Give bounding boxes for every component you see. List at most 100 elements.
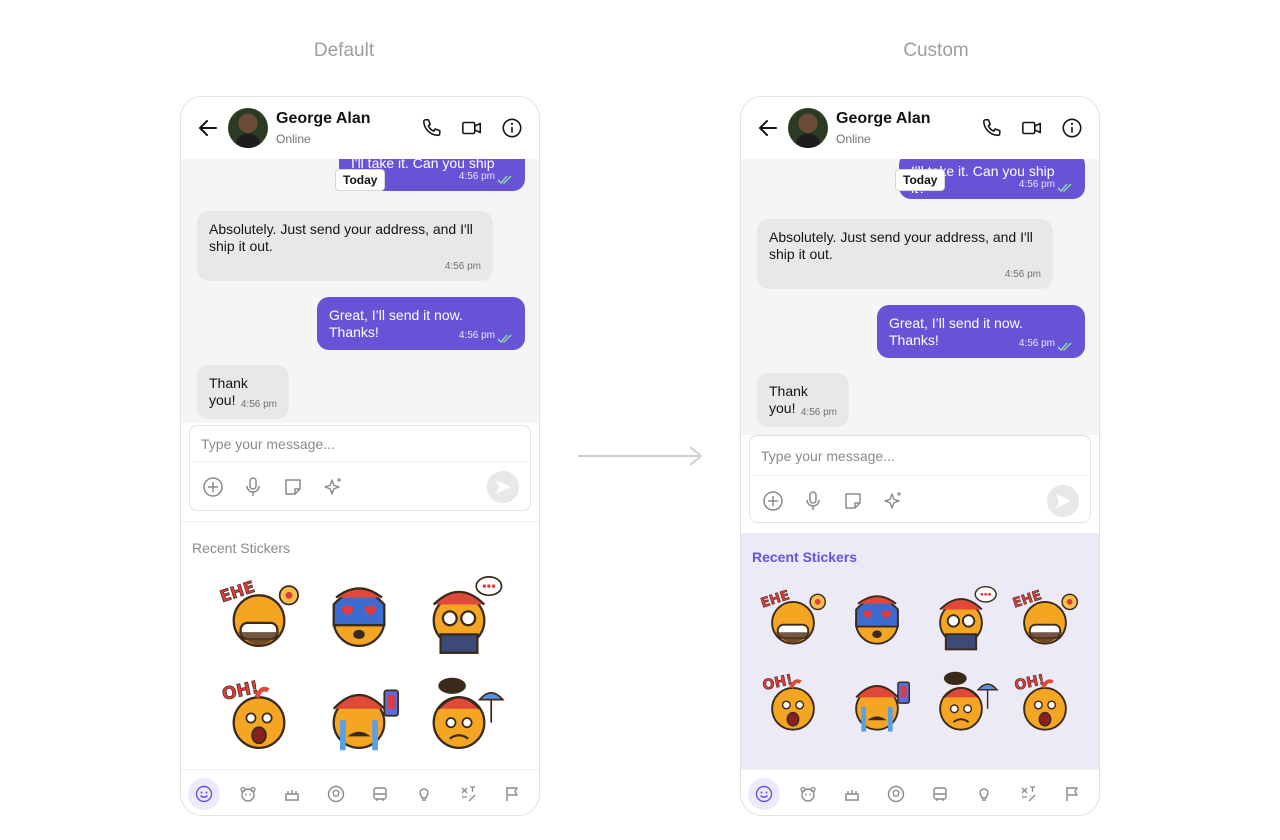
video-camera-icon[interactable]	[461, 117, 483, 139]
message-text: Absolutely. Just send your address, and …	[769, 229, 1033, 262]
travel-icon	[373, 787, 387, 801]
ehe-sticker[interactable]: EHE	[1007, 581, 1083, 662]
sticker-icon[interactable]	[842, 490, 864, 512]
send-icon	[1047, 485, 1079, 517]
sticker-keyboard: Recent Stickers EHE EHE OH! OH!	[741, 533, 1099, 815]
phone-icon[interactable]	[421, 117, 443, 139]
tab-bulb[interactable]	[408, 778, 440, 810]
tab-animal[interactable]	[232, 778, 264, 810]
tab-smiley[interactable]	[748, 778, 780, 810]
crying-phone-sticker[interactable]	[313, 672, 405, 769]
contact-status: Online	[276, 132, 311, 146]
travel-icon	[933, 787, 947, 801]
symbols-icon	[1021, 786, 1036, 802]
avatar[interactable]	[228, 108, 268, 148]
message-bubble-incoming[interactable]: Absolutely. Just send your address, and …	[197, 211, 493, 281]
tab-food[interactable]	[836, 778, 868, 810]
message-time: 4:56 pm	[800, 407, 837, 418]
message-time: 4:56 pm	[1004, 269, 1041, 280]
bulb-icon	[419, 788, 429, 801]
read-receipt-icon	[497, 175, 512, 184]
contact-status: Online	[836, 132, 871, 146]
microphone-icon[interactable]	[802, 490, 824, 512]
message-bubble-incoming[interactable]: Absolutely. Just send your address, and …	[757, 219, 1053, 289]
tab-flag[interactable]	[1056, 778, 1088, 810]
back-arrow-icon[interactable]	[197, 117, 219, 139]
message-time: 4:56 pm	[444, 261, 481, 272]
crying-phone-sticker[interactable]	[839, 667, 915, 748]
heart-eyes-sticker[interactable]	[313, 570, 405, 667]
oh-sticker[interactable]: OH!	[755, 667, 831, 748]
message-bubble-outgoing[interactable]: Great, I’ll send it now. Thanks! 4:56 pm	[877, 305, 1085, 358]
food-icon	[285, 790, 299, 801]
ehe-sticker[interactable]: EHE	[213, 570, 305, 667]
flag-icon	[1066, 787, 1078, 801]
tab-ball[interactable]	[320, 778, 352, 810]
symbols-icon	[461, 786, 476, 802]
message-input[interactable]	[750, 436, 1090, 476]
message-bubble-incoming[interactable]: Thank you! 4:56 pm	[197, 365, 289, 419]
back-arrow-icon[interactable]	[757, 117, 779, 139]
tab-food[interactable]	[276, 778, 308, 810]
sticker-icon[interactable]	[282, 476, 304, 498]
message-text: Great, I’ll send it now. Thanks!	[329, 307, 463, 340]
avatar[interactable]	[788, 108, 828, 148]
ai-sparkle-icon[interactable]	[322, 476, 344, 498]
message-input[interactable]	[190, 426, 530, 462]
heart-eyes-sticker[interactable]	[839, 581, 915, 662]
rain-cloud-sticker[interactable]	[923, 667, 999, 748]
phone-custom: George Alan Online I'll take it. Can you…	[740, 96, 1100, 816]
label-custom: Custom	[903, 40, 969, 61]
rain-cloud-sticker[interactable]	[413, 672, 505, 769]
message-time: 4:56 pm	[458, 171, 495, 182]
tab-flag[interactable]	[496, 778, 528, 810]
message-list[interactable]: I'll take it. Can you ship it? 4:56 pm T…	[741, 159, 1099, 435]
info-icon[interactable]	[1061, 117, 1083, 139]
sticker-category-tabs	[741, 769, 1099, 815]
message-bubble-outgoing[interactable]: Great, I’ll send it now. Thanks! 4:56 pm	[317, 297, 525, 350]
add-icon[interactable]	[762, 490, 784, 512]
reading-sticker[interactable]	[923, 581, 999, 662]
arrow-right-icon	[578, 446, 703, 466]
ball-icon	[887, 785, 905, 803]
bulb-icon	[979, 788, 989, 801]
message-bubble-incoming[interactable]: Thank you! 4:56 pm	[757, 373, 849, 427]
ehe-sticker[interactable]: EHE	[755, 581, 831, 662]
date-separator: Today	[895, 169, 946, 191]
microphone-icon[interactable]	[242, 476, 264, 498]
oh-sticker[interactable]: OH!	[1007, 667, 1083, 748]
ai-sparkle-icon[interactable]	[882, 490, 904, 512]
reading-sticker[interactable]	[413, 570, 505, 667]
tab-animal[interactable]	[792, 778, 824, 810]
food-icon	[845, 790, 859, 801]
flag-icon	[506, 787, 518, 801]
sticker-section-title: Recent Stickers	[752, 549, 858, 565]
sticker-keyboard: Recent Stickers EHE OH!	[181, 521, 539, 815]
add-icon[interactable]	[202, 476, 224, 498]
send-icon	[487, 471, 519, 503]
sticker-category-tabs	[181, 769, 539, 815]
tab-travel[interactable]	[364, 778, 396, 810]
message-time: 4:56 pm	[1018, 179, 1055, 190]
phone-icon[interactable]	[981, 117, 1003, 139]
label-default: Default	[313, 40, 375, 61]
smiley-icon	[755, 785, 773, 803]
tab-smiley[interactable]	[188, 778, 220, 810]
date-separator: Today	[335, 169, 386, 191]
tab-symbols[interactable]	[452, 778, 484, 810]
animal-icon	[800, 786, 816, 802]
send-button[interactable]	[1047, 485, 1079, 517]
message-list[interactable]: I'll take it. Can you ship it? 4:56 pm T…	[181, 159, 539, 423]
chat-header: George Alan Online	[181, 97, 539, 159]
read-receipt-icon	[1057, 183, 1072, 192]
smiley-icon	[195, 785, 213, 803]
tab-bulb[interactable]	[968, 778, 1000, 810]
video-camera-icon[interactable]	[1021, 117, 1043, 139]
tab-symbols[interactable]	[1012, 778, 1044, 810]
oh-sticker[interactable]: OH!	[213, 672, 305, 769]
message-time: 4:56 pm	[1018, 338, 1055, 349]
info-icon[interactable]	[501, 117, 523, 139]
send-button[interactable]	[487, 471, 519, 503]
tab-ball[interactable]	[880, 778, 912, 810]
tab-travel[interactable]	[924, 778, 956, 810]
